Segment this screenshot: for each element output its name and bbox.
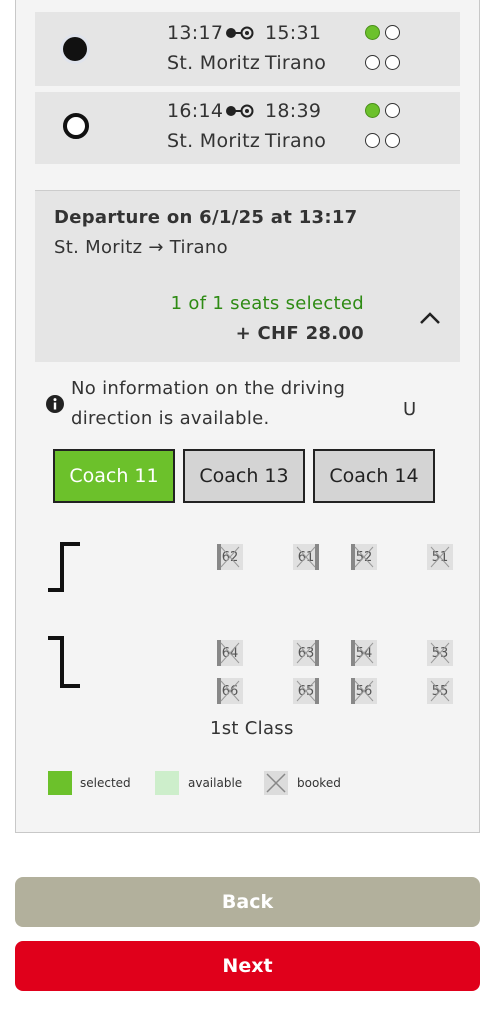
- occupancy-first-class-icon: [385, 25, 400, 40]
- direction-letter: U: [403, 399, 417, 420]
- route-text: St. Moritz → Tirano: [54, 237, 228, 258]
- occupancy-second-class-icon: [385, 55, 400, 70]
- departure-time: 13:17: [167, 22, 224, 44]
- price-text: + CHF 28.00: [235, 323, 364, 344]
- info-icon: [46, 395, 64, 413]
- arrival-time: 18:39: [265, 100, 322, 122]
- seat-booked: 54: [351, 640, 377, 666]
- radio-unselected[interactable]: [63, 113, 89, 139]
- booking-summary[interactable]: Departure on 6/1/25 at 13:17 St. Moritz …: [35, 190, 460, 362]
- coach-14-button[interactable]: Coach 14: [313, 449, 435, 503]
- door-icon: [48, 542, 80, 592]
- occupancy-second-class-icon: [385, 133, 400, 148]
- chevron-up-icon[interactable]: [419, 311, 441, 325]
- seat-booked: 63: [293, 640, 319, 666]
- coach-13-button[interactable]: Coach 13: [183, 449, 305, 503]
- back-button[interactable]: Back: [15, 877, 480, 927]
- seat-booked: 61: [293, 544, 319, 570]
- seat-booked: 65: [293, 678, 319, 704]
- legend-available-swatch: [155, 771, 179, 795]
- destination-station: Tirano: [265, 130, 327, 152]
- origin-station: St. Moritz: [167, 52, 261, 74]
- legend-selected-label: selected: [80, 776, 131, 790]
- occupancy-second-class-icon: [365, 55, 380, 70]
- occupancy-second-class-icon: [365, 133, 380, 148]
- occupancy-first-class-icon: [365, 103, 380, 118]
- info-text-line-2: direction is available.: [71, 408, 270, 429]
- seat-booked: 56: [351, 678, 377, 704]
- destination-station: Tirano: [265, 52, 327, 74]
- connection-row-1[interactable]: 13:17 15:31 St. Moritz Tirano: [35, 12, 460, 86]
- seat-booked: 55: [427, 678, 453, 704]
- occupancy-first-class-icon: [365, 25, 380, 40]
- seats-selected-text: 1 of 1 seats selected: [170, 293, 364, 314]
- connection-row-2[interactable]: 16:14 18:39 St. Moritz Tirano: [35, 92, 460, 164]
- seat-booked: 62: [217, 544, 243, 570]
- legend-available-label: available: [188, 776, 243, 790]
- departure-time: 16:14: [167, 100, 224, 122]
- seat-booked: 52: [351, 544, 377, 570]
- legend-booked-label: booked: [297, 776, 341, 790]
- door-icon: [48, 636, 80, 688]
- next-button[interactable]: Next: [15, 941, 480, 991]
- radio-selected[interactable]: [63, 37, 87, 61]
- legend-selected-swatch: [48, 771, 72, 795]
- seat-booked: 64: [217, 640, 243, 666]
- occupancy-first-class-icon: [385, 103, 400, 118]
- class-label: 1st Class: [210, 718, 294, 739]
- route-icon: [226, 26, 254, 40]
- seat-booked: 51: [427, 544, 453, 570]
- route-icon: [226, 104, 254, 118]
- origin-station: St. Moritz: [167, 130, 261, 152]
- coach-11-button[interactable]: Coach 11: [53, 449, 175, 503]
- arrival-time: 15:31: [265, 22, 322, 44]
- seat-booked: 66: [217, 678, 243, 704]
- seat-booked: 53: [427, 640, 453, 666]
- info-text-line-1: No information on the driving: [71, 378, 346, 399]
- legend-booked-swatch: [264, 771, 288, 795]
- departure-heading: Departure on 6/1/25 at 13:17: [54, 207, 358, 228]
